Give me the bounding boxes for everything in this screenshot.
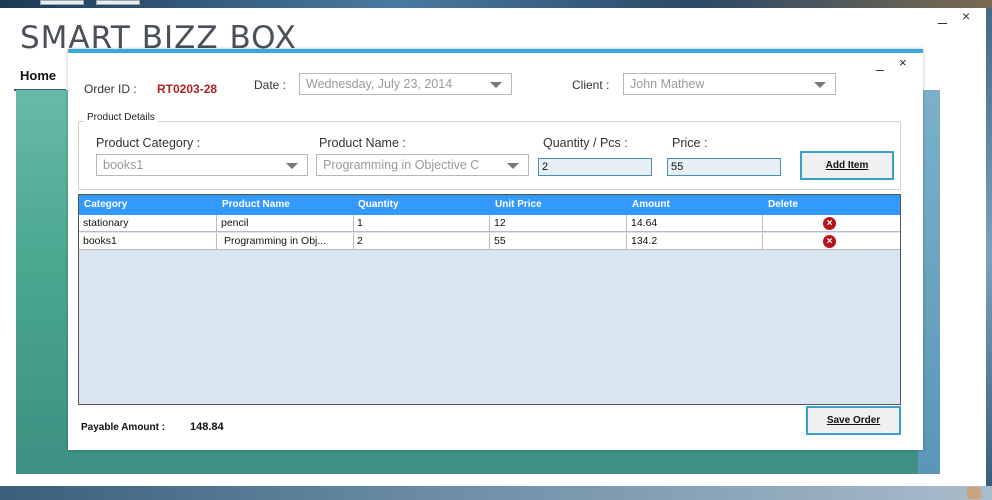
order-dialog: _ × Order ID : RT0203-28 Date : Wednesda… (68, 49, 923, 450)
product-details-title: Product Details (84, 112, 158, 123)
desktop-bottom-strip (0, 486, 992, 500)
cell-separator (353, 215, 354, 232)
cell-separator (489, 233, 490, 250)
close-button[interactable]: × (962, 8, 970, 24)
cell-separator (216, 233, 217, 250)
product-name-label: Product Name : (319, 136, 406, 150)
cell-quantity: 2 (357, 235, 363, 247)
chevron-down-icon[interactable] (814, 82, 826, 88)
cell-separator (216, 215, 217, 232)
cell-amount: 134.2 (631, 235, 658, 247)
cell-amount: 14.64 (631, 217, 658, 229)
cell-product-name: Programming in Obj... (224, 235, 327, 247)
date-picker[interactable]: Wednesday, July 23, 2014 (299, 73, 512, 95)
client-label: Client : (572, 78, 610, 92)
delete-icon[interactable]: × (823, 235, 836, 248)
column-header-product-name[interactable]: Product Name (222, 199, 290, 210)
add-item-label: Add Item (825, 160, 869, 171)
date-label: Date : (254, 78, 287, 92)
chevron-down-icon[interactable] (507, 163, 519, 169)
cell-separator (353, 233, 354, 250)
client-value: John Mathew (630, 77, 705, 91)
column-header-category[interactable]: Category (84, 199, 127, 210)
column-header-amount[interactable]: Amount (632, 199, 670, 210)
product-name-select[interactable]: Programming in Objective C (316, 154, 529, 176)
table-row[interactable]: books1 Programming in Obj... 2 55 134.2 … (79, 233, 900, 250)
table-row[interactable]: stationary pencil 1 12 14.64 × (79, 215, 900, 232)
product-category-select[interactable]: books1 (96, 154, 308, 176)
cell-quantity: 1 (357, 217, 363, 229)
taskbar-chip (96, 0, 140, 5)
cell-separator (762, 233, 763, 250)
taskbar-chip (40, 0, 84, 5)
order-items-grid: Category Product Name Quantity Unit Pric… (78, 194, 901, 405)
price-label: Price : (672, 136, 708, 150)
cell-unit-price: 55 (494, 235, 506, 247)
cell-separator (762, 215, 763, 232)
delete-icon[interactable]: × (823, 217, 836, 230)
quantity-label: Quantity / Pcs : (543, 136, 628, 150)
cell-separator (489, 215, 490, 232)
minimize-button[interactable]: _ (938, 8, 947, 26)
add-item-button[interactable]: Add Item (800, 151, 894, 180)
order-id-label: Order ID : (84, 82, 137, 96)
dialog-close-button[interactable]: × (899, 55, 907, 70)
product-category-value: books1 (103, 158, 144, 172)
cell-unit-price: 12 (494, 217, 506, 229)
column-header-delete[interactable]: Delete (768, 199, 798, 210)
date-value: Wednesday, July 23, 2014 (306, 77, 453, 91)
chevron-down-icon[interactable] (490, 82, 502, 88)
cell-product-name: pencil (221, 217, 249, 229)
save-order-label: Save Order (826, 415, 881, 426)
dialog-minimize-button[interactable]: _ (876, 55, 884, 71)
price-input[interactable]: 55 (667, 158, 781, 176)
quantity-input[interactable]: 2 (538, 158, 652, 176)
menu-home[interactable]: Home (20, 68, 56, 83)
order-id-value: RT0203-28 (157, 82, 218, 96)
payable-amount-label: Payable Amount : (81, 422, 166, 433)
tray-icon[interactable] (967, 487, 981, 499)
quantity-value: 2 (542, 161, 549, 173)
chevron-down-icon[interactable] (286, 163, 298, 169)
desktop-top-strip (0, 0, 992, 8)
save-order-button[interactable]: Save Order (806, 406, 901, 435)
column-header-quantity[interactable]: Quantity (358, 199, 399, 210)
product-category-label: Product Category : (96, 136, 201, 150)
grid-header: Category Product Name Quantity Unit Pric… (79, 195, 900, 215)
cell-category: stationary (83, 217, 129, 229)
column-header-unit-price[interactable]: Unit Price (495, 199, 542, 210)
product-name-value: Programming in Objective C (323, 158, 480, 172)
cell-category: books1 (83, 235, 117, 247)
cell-separator (626, 233, 627, 250)
payable-amount-value: 148.84 (190, 421, 224, 433)
right-gutter (940, 90, 986, 474)
price-value: 55 (671, 161, 684, 173)
cell-separator (626, 215, 627, 232)
client-select[interactable]: John Mathew (623, 73, 836, 95)
